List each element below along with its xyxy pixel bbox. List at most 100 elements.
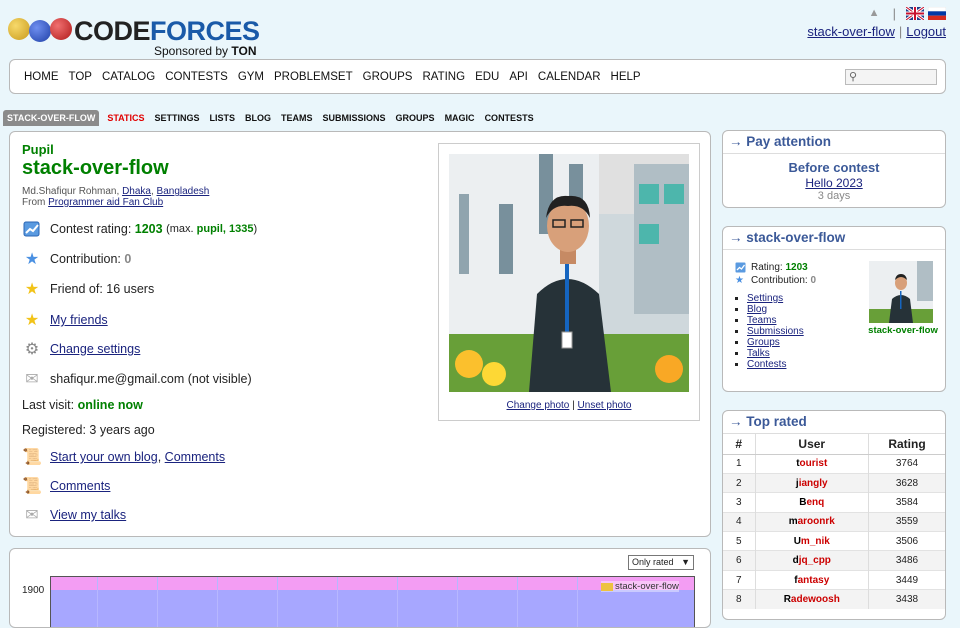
menu-item-contests[interactable]: CONTESTS <box>165 71 228 83</box>
tab-teams[interactable]: TEAMS <box>281 113 313 123</box>
comments-link[interactable]: Comments <box>50 479 110 493</box>
language-flags: ▲ | <box>869 5 947 22</box>
country-link[interactable]: Bangladesh <box>157 186 210 197</box>
tab-magic[interactable]: MAGIC <box>445 113 475 123</box>
menu-item-top[interactable]: TOP <box>69 71 92 83</box>
blue-star-icon: ★ <box>24 251 40 268</box>
last-visit-row: Last visit: online now <box>22 398 143 412</box>
menu-item-problemset[interactable]: PROBLEMSET <box>274 71 353 83</box>
menu-item-gym[interactable]: GYM <box>238 71 264 83</box>
search-icon: ⚲ <box>849 71 858 83</box>
gold-star-icon: ★ <box>24 281 40 298</box>
side-link-settings[interactable]: Settings <box>747 293 783 304</box>
logout-link[interactable]: Logout <box>906 24 946 39</box>
russia-flag-icon[interactable] <box>927 6 947 20</box>
avatar <box>449 154 689 392</box>
table-row: 5 Um_nik 3506 <box>723 531 945 551</box>
user-link[interactable]: Radewoosh <box>755 589 870 610</box>
table-row: 3 Benq 3584 <box>723 492 945 513</box>
menu-item-api[interactable]: API <box>509 71 528 83</box>
menu-item-edu[interactable]: EDU <box>475 71 499 83</box>
user-link[interactable]: Um_nik <box>755 531 870 551</box>
contribution-value: 0 <box>124 252 132 266</box>
menu-item-calendar[interactable]: CALENDAR <box>538 71 601 83</box>
side-avatar <box>869 261 933 323</box>
side-link-blog[interactable]: Blog <box>747 304 767 315</box>
start-blog-link[interactable]: Start your own blog <box>50 450 158 464</box>
codeforces-logo[interactable]: CODEFORCES Sponsored by TON <box>8 14 268 58</box>
user-fullname: Md.Shafiqur Rohman, Dhaka, Bangladesh Fr… <box>22 186 210 208</box>
side-link-contests[interactable]: Contests <box>747 359 786 370</box>
side-profile-title: → stack-over-flow <box>723 227 945 250</box>
user-link[interactable]: Benq <box>755 492 870 513</box>
bell-icon[interactable]: ▲ <box>869 7 883 20</box>
scroll-icon: 📜 <box>22 449 42 466</box>
tab-contests[interactable]: CONTESTS <box>485 113 534 123</box>
chart-legend: stack-over-flow <box>601 581 679 592</box>
comments-row: 📜 Comments <box>22 476 110 496</box>
gear-icon: ⚙ <box>24 341 40 358</box>
table-row: 2 jiangly 3628 <box>723 472 945 493</box>
avatar-box: Change photo | Unset photo <box>438 143 700 421</box>
top-rated-title: → Top rated <box>723 411 945 434</box>
user-link[interactable]: djq_cpp <box>755 550 870 571</box>
header-profile-link[interactable]: stack-over-flow <box>807 24 894 39</box>
registered-row: Registered: 3 years ago <box>22 423 155 437</box>
envelope-icon: ✉ <box>25 371 39 388</box>
rating-plot: stack-over-flow <box>50 576 695 627</box>
change-settings-link[interactable]: Change settings <box>50 342 140 356</box>
tab-profile[interactable]: STACK-OVER-FLOW <box>3 110 100 126</box>
tab-submissions[interactable]: SUBMISSIONS <box>323 113 386 123</box>
view-talks-link[interactable]: View my talks <box>50 508 126 522</box>
menu-item-catalog[interactable]: CATALOG <box>102 71 155 83</box>
scroll-icon: 📜 <box>22 478 42 495</box>
contest-countdown: 3 days <box>817 190 851 202</box>
blog-comments-link[interactable]: Comments <box>165 450 225 464</box>
contribution-row: ★ Contribution: 0 <box>22 249 131 269</box>
table-row: 1 tourist 3764 <box>723 453 945 474</box>
search-input[interactable]: ⚲ <box>845 69 937 85</box>
max-rating: pupil, 1335 <box>196 223 254 235</box>
organization-link[interactable]: Programmer aid Fan Club <box>48 197 163 208</box>
chevron-down-icon: ▼ <box>681 557 690 567</box>
tab-lists[interactable]: LISTS <box>210 113 236 123</box>
col-header-user: User <box>755 434 870 455</box>
last-visit-value: online now <box>77 398 143 412</box>
side-profile-info: Rating: 1203 ★ Contribution: 0 <box>735 262 817 286</box>
tab-blog[interactable]: BLOG <box>245 113 271 123</box>
user-link[interactable]: fantasy <box>755 569 870 590</box>
tab-settings[interactable]: SETTINGS <box>155 113 200 123</box>
side-link-submissions[interactable]: Submissions <box>747 326 804 337</box>
envelope-icon: ✉ <box>25 507 39 524</box>
tab-statics[interactable]: STATICS <box>107 113 144 123</box>
logo-text: CODEFORCES <box>74 16 260 46</box>
side-link-teams[interactable]: Teams <box>747 315 776 326</box>
user-handle: stack-over-flow <box>22 157 169 179</box>
user-link[interactable]: tourist <box>755 453 870 474</box>
side-link-talks[interactable]: Talks <box>747 348 770 359</box>
rated-filter-select[interactable]: Only rated ▼ <box>628 555 694 570</box>
unset-photo-link[interactable]: Unset photo <box>578 400 632 411</box>
change-photo-link[interactable]: Change photo <box>507 400 570 411</box>
blue-star-icon: ★ <box>735 275 744 286</box>
upcoming-contest-link[interactable]: Hello 2023 <box>805 176 862 190</box>
menu-item-rating[interactable]: RATING <box>422 71 465 83</box>
user-link[interactable]: jiangly <box>755 472 870 493</box>
change-settings-row: ⚙ Change settings <box>22 339 141 359</box>
table-row: 8 Radewoosh 3438 <box>723 589 945 610</box>
contest-rating-value: 1203 <box>134 222 163 236</box>
col-header-rating: Rating <box>868 434 945 455</box>
my-friends-link[interactable]: My friends <box>50 313 108 327</box>
main-menu: HOME TOP CATALOG CONTESTS GYM PROBLEMSET… <box>9 59 946 94</box>
side-link-groups[interactable]: Groups <box>747 337 780 348</box>
tab-groups[interactable]: GROUPS <box>396 113 435 123</box>
rating-chart-icon <box>735 262 747 273</box>
uk-flag-icon[interactable] <box>905 5 925 22</box>
table-row: 6 djq_cpp 3486 <box>723 550 945 571</box>
menu-item-groups[interactable]: GROUPS <box>363 71 413 83</box>
top-rated-box: → Top rated # User Rating 1 tourist 3764… <box>722 410 946 620</box>
menu-item-help[interactable]: HELP <box>611 71 641 83</box>
user-link[interactable]: maroonrk <box>755 511 870 532</box>
city-link[interactable]: Dhaka <box>122 186 151 197</box>
menu-item-home[interactable]: HOME <box>24 71 59 83</box>
